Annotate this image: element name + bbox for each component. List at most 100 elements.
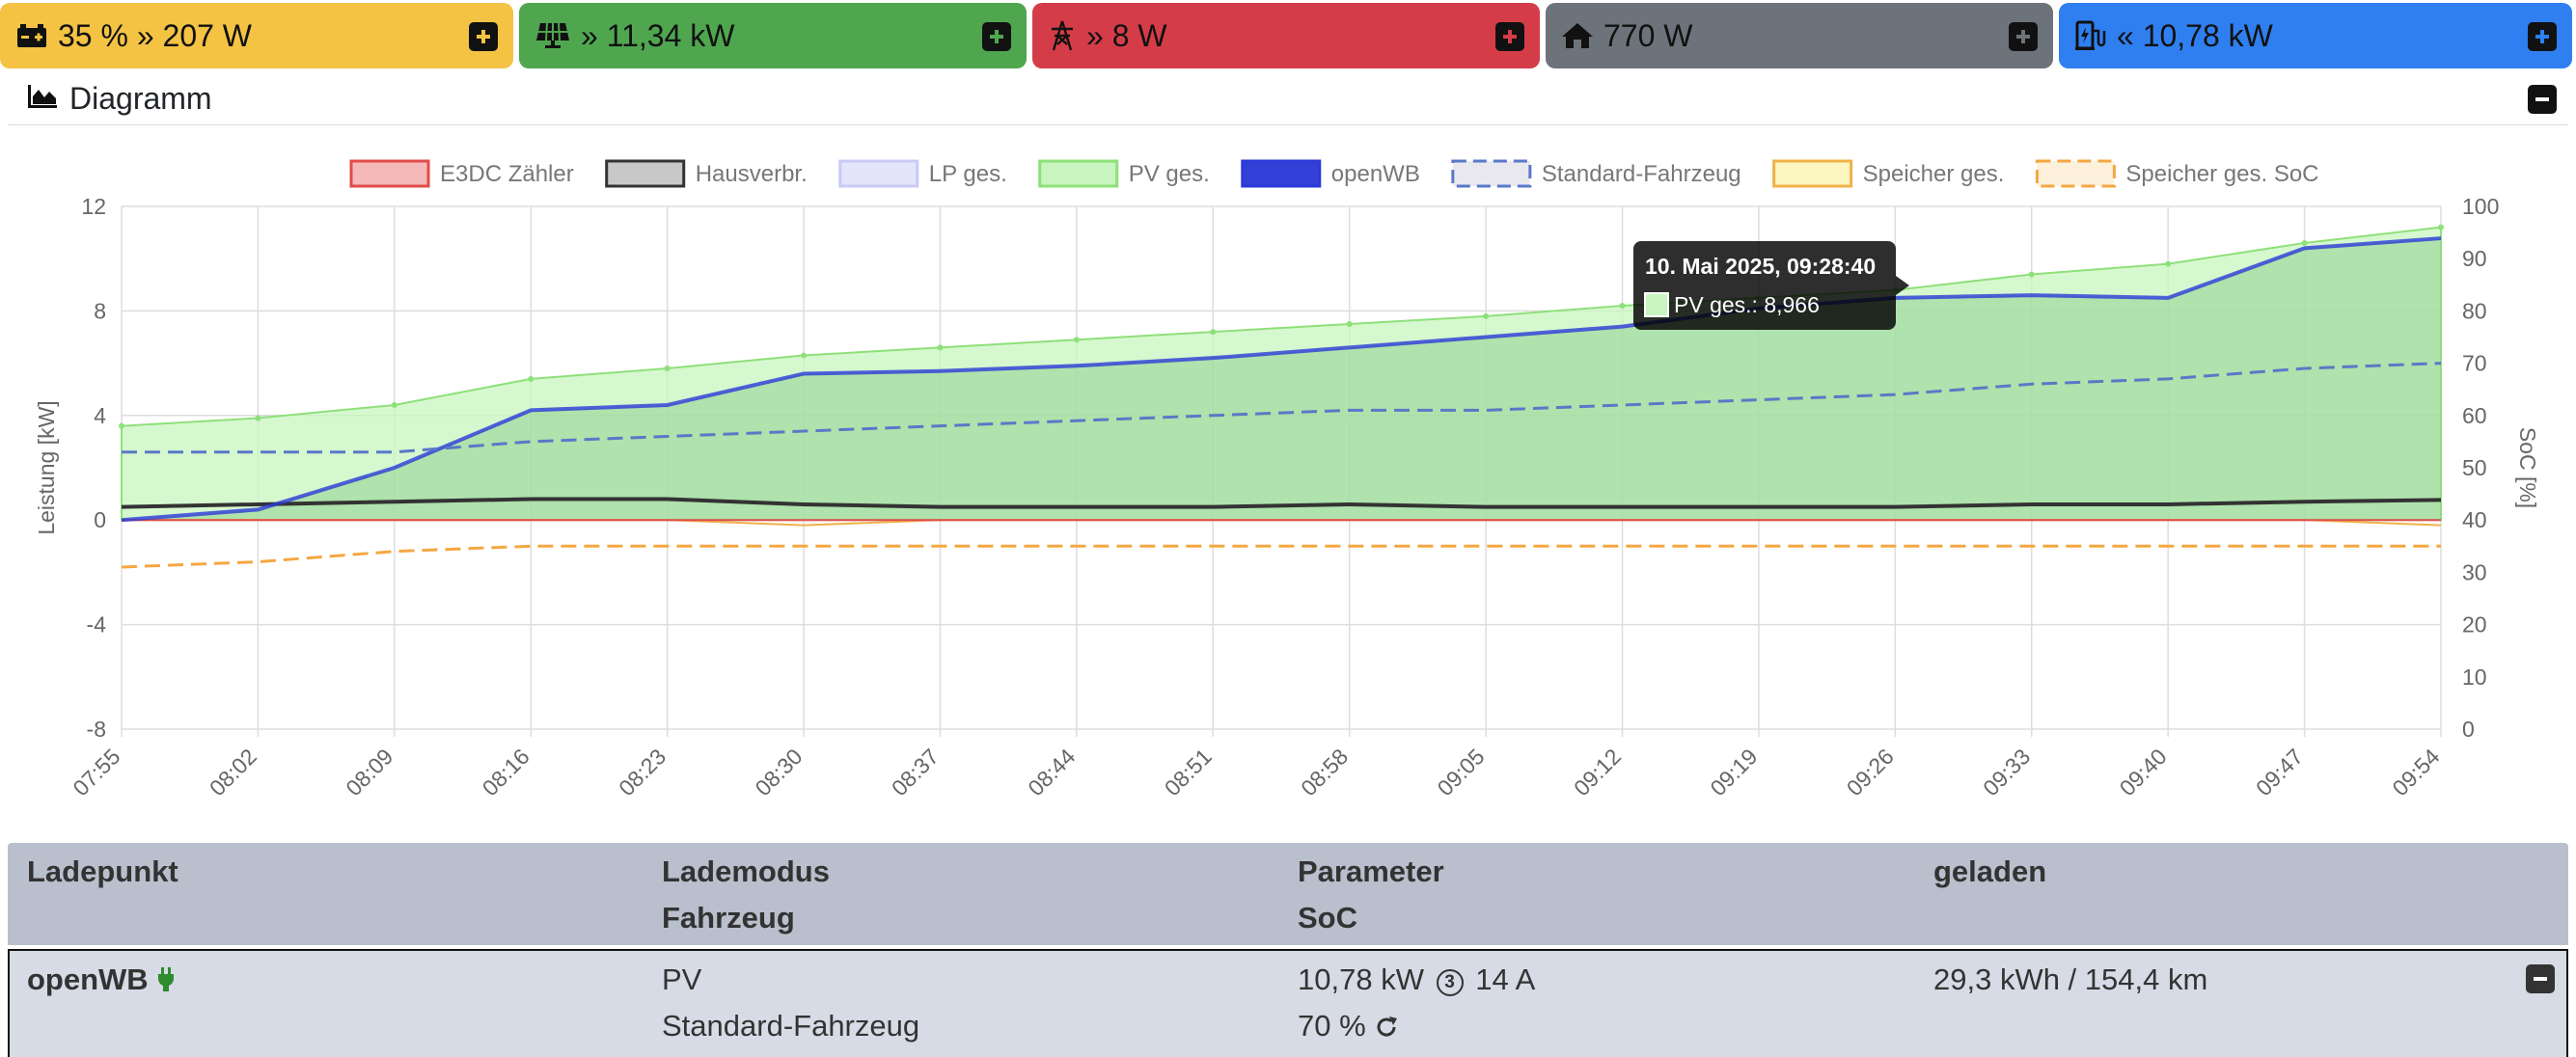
pv-point <box>2438 224 2444 230</box>
charging-status-text: « 10,78 kW <box>2117 17 2273 53</box>
battery-tile[interactable]: 35 % » 207 W <box>0 3 513 68</box>
x-tick-label: 09:47 <box>2251 744 2308 800</box>
y2-tick-label: 20 <box>2462 612 2487 637</box>
chargepoint-name: openWB <box>27 962 176 997</box>
legend-swatch <box>349 159 430 188</box>
expand-battery-button[interactable] <box>469 22 498 51</box>
pv-point <box>255 415 261 421</box>
y2-tick-label: 0 <box>2462 717 2475 742</box>
minus-icon <box>2535 97 2549 101</box>
x-tick-label: 09:33 <box>1978 744 2035 800</box>
x-tick-label: 08:09 <box>341 744 397 800</box>
collapse-chargepoint-button[interactable] <box>2526 964 2555 993</box>
legend-label: Standard-Fahrzeug <box>1542 161 1741 187</box>
x-tick-label: 09:54 <box>2387 744 2444 800</box>
legend-swatch <box>1038 159 1119 188</box>
pv-point <box>528 375 534 382</box>
y2-tick-label: 30 <box>2462 559 2487 584</box>
x-tick-label: 09:05 <box>1433 744 1490 800</box>
table-row[interactable]: openWB PV Standard-Fahrzeug 10,78 kW 3 1… <box>8 949 2568 1057</box>
pv-point <box>1619 302 1626 309</box>
charge-current: 14 A <box>1475 962 1536 996</box>
grid-tile[interactable]: » 8 W <box>1032 3 1540 68</box>
plus-icon <box>477 30 490 43</box>
header-parameter: Parameter <box>1298 854 1444 888</box>
pv-point <box>1073 337 1080 343</box>
plus-icon <box>990 30 1003 43</box>
pv-point <box>391 401 397 408</box>
y2-tick-label: 60 <box>2462 403 2487 428</box>
y-tick-label: 8 <box>94 298 106 323</box>
x-tick-label: 08:58 <box>1296 744 1353 800</box>
charge-power: 10,78 kW <box>1298 962 1424 996</box>
y2-tick-label: 90 <box>2462 246 2487 271</box>
legend-swatch <box>838 159 919 188</box>
chart-card-title: Diagramm <box>69 81 212 116</box>
tooltip-title: 10. Mai 2025, 09:28:40 <box>1645 254 1876 279</box>
chart-card-header: Diagramm <box>8 73 2568 125</box>
pv-tile[interactable]: » 11,34 kW <box>519 3 1027 68</box>
header-ladepunkt: Ladepunkt <box>27 854 178 888</box>
legend-label: Speicher ges. <box>1863 161 2005 187</box>
y-axis-title: Leistung [kW] <box>34 400 59 534</box>
x-tick-label: 08:51 <box>1160 744 1217 800</box>
expand-house-button[interactable] <box>2009 22 2038 51</box>
tooltip-swatch <box>1644 292 1669 317</box>
y2-tick-label: 100 <box>2462 194 2499 219</box>
car-battery-icon <box>15 22 48 49</box>
area-chart-icon <box>27 83 58 115</box>
chart-area: 12 8 4 0 -4 -8 100 90 80 70 60 50 40 30 20 10 0 07:55 08:0… <box>8 125 2568 839</box>
y2-axis-title: SoC [%] <box>2515 427 2540 508</box>
battery-status-text: 35 % » 207 W <box>58 17 252 53</box>
expand-pv-button[interactable] <box>982 22 1011 51</box>
charging-station-icon <box>2074 19 2107 52</box>
table-header: Ladepunkt Lademodus Fahrzeug Parameter S… <box>8 843 2568 945</box>
legend-label: E3DC Zähler <box>440 161 574 187</box>
house-status-text: 770 W <box>1603 17 1693 53</box>
plus-icon <box>2016 30 2030 43</box>
grid-status-text: » 8 W <box>1086 17 1167 53</box>
header-lademodus: Lademodus <box>662 854 830 888</box>
header-soc: SoC <box>1298 901 1357 935</box>
phases-icon: 3 <box>1436 969 1464 996</box>
legend-label: PV ges. <box>1129 161 1210 187</box>
legend-swatch <box>1451 159 1532 188</box>
house-icon <box>1561 21 1594 50</box>
x-tick-label: 09:19 <box>1705 744 1762 800</box>
collapse-chart-button[interactable] <box>2528 85 2557 114</box>
tooltip-label: PV ges.: 8,966 <box>1674 292 1820 317</box>
x-tick-label: 09:26 <box>1842 744 1899 800</box>
minus-icon <box>2534 977 2547 981</box>
plus-icon <box>1503 30 1517 43</box>
x-tick-label: 08:30 <box>751 744 808 800</box>
expand-charging-button[interactable] <box>2528 22 2557 51</box>
charge-parameter: 10,78 kW 3 14 A <box>1298 962 1535 997</box>
x-tick-label: 08:44 <box>1023 744 1080 800</box>
legend-label: openWB <box>1331 161 1420 187</box>
x-tick-label: 08:37 <box>887 744 944 800</box>
x-tick-label: 08:16 <box>478 744 534 800</box>
y2-tick-label: 40 <box>2462 507 2487 532</box>
pv-point <box>1346 320 1353 327</box>
pv-point <box>937 344 944 351</box>
y-tick-label: -8 <box>87 717 106 742</box>
refresh-soc-icon[interactable] <box>1374 1009 1399 1043</box>
power-chart[interactable]: 12840-4-8100908070605040302010007:55 08:0… <box>8 125 2568 839</box>
pv-point <box>2028 271 2035 278</box>
expand-grid-button[interactable] <box>1495 22 1524 51</box>
legend-swatch <box>605 159 686 188</box>
legend-swatch <box>1241 159 1322 188</box>
legend-label: LP ges. <box>929 161 1007 187</box>
legend-swatch <box>2035 159 2116 188</box>
y-tick-label: 0 <box>94 507 106 532</box>
pv-point <box>801 352 808 359</box>
header-geladen: geladen <box>1933 854 2047 888</box>
vehicle-name[interactable]: Standard-Fahrzeug <box>662 1009 919 1043</box>
x-tick-label: 09:12 <box>1569 744 1626 800</box>
charge-mode[interactable]: PV <box>662 962 701 997</box>
house-tile[interactable]: 770 W <box>1546 3 2053 68</box>
y2-tick-label: 10 <box>2462 664 2487 690</box>
charging-tile[interactable]: « 10,78 kW <box>2059 3 2572 68</box>
x-tick-label: 09:40 <box>2115 744 2172 800</box>
y2-tick-label: 70 <box>2462 351 2487 376</box>
